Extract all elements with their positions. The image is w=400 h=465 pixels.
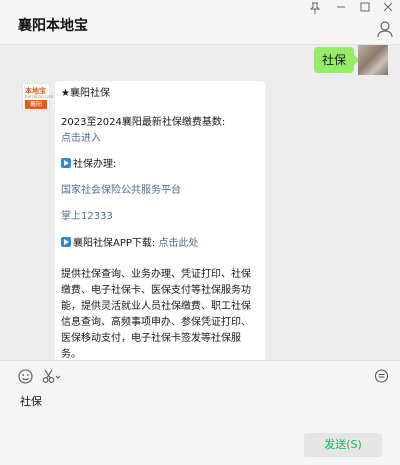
close-icon[interactable] bbox=[377, 2, 399, 16]
chat-header: 襄阳本地宝 bbox=[0, 0, 400, 45]
pin-icon[interactable] bbox=[304, 2, 326, 16]
base-info-text: 2023至2024襄阳最新社保缴费基数: bbox=[61, 117, 226, 128]
send-button[interactable]: 发送(S) bbox=[304, 433, 382, 457]
chat-title: 襄阳本地宝 bbox=[18, 18, 88, 34]
description-text: 提供社保查询、业务办理、凭证打印、社保缴费、电子社保卡、医保支付等社保服务功能，… bbox=[61, 269, 251, 360]
chat-history-icon[interactable] bbox=[374, 369, 390, 385]
scissors-icon[interactable] bbox=[42, 369, 61, 385]
input-area: 社保 发送(S) bbox=[0, 360, 400, 465]
contact-avatar[interactable]: 本地宝 bendibao.com 襄阳 bbox=[22, 83, 54, 111]
avatar-logo-domain: bendibao.com bbox=[25, 94, 54, 99]
minimize-icon[interactable] bbox=[330, 2, 352, 16]
play-icon bbox=[61, 158, 71, 168]
avatar-logo-city: 襄阳 bbox=[25, 100, 47, 109]
message-list[interactable]: 社保 本地宝 bendibao.com 襄阳 ★襄阳社保 2023至2024襄阳… bbox=[0, 45, 400, 411]
sent-message-bubble[interactable]: 社保 bbox=[313, 47, 361, 73]
maximize-icon[interactable] bbox=[354, 2, 376, 16]
section-label-text: 社保办理: bbox=[73, 159, 117, 170]
play-icon bbox=[61, 237, 71, 247]
link-download[interactable]: 点击此处 bbox=[158, 238, 198, 249]
emoji-icon[interactable] bbox=[18, 369, 34, 385]
message-input[interactable]: 社保 bbox=[20, 393, 42, 409]
download-row: 襄阳社保APP下载: 点击此处 bbox=[61, 236, 198, 252]
chat-info-icon[interactable] bbox=[376, 20, 394, 38]
link-enter[interactable]: 点击进入 bbox=[61, 131, 101, 147]
section-label: 社保办理: bbox=[61, 157, 116, 173]
my-avatar[interactable] bbox=[358, 45, 388, 75]
link-app[interactable]: 掌上12333 bbox=[61, 209, 113, 225]
download-label: 襄阳社保APP下载: bbox=[73, 238, 156, 249]
link-platform[interactable]: 国家社会保险公共服务平台 bbox=[61, 183, 181, 199]
message-header: ★襄阳社保 bbox=[61, 88, 110, 99]
